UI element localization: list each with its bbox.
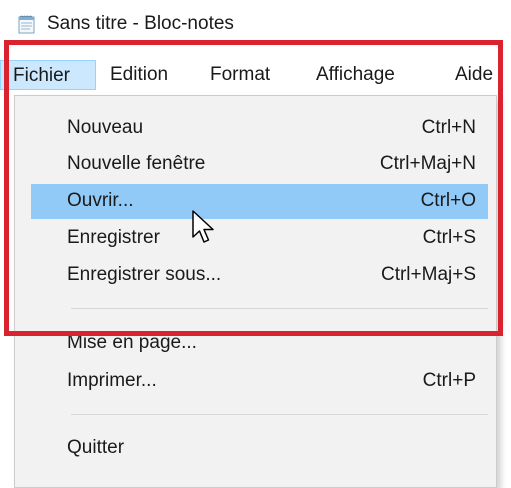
menu-format-label: Format [210,64,271,85]
menu-item-label: Enregistrer sous... [67,264,222,285]
menu-item-shortcut: Ctrl+O [420,190,476,211]
menu-item-label: Quitter [67,437,125,458]
menu-item-label: Mise en page... [67,332,197,353]
menu-item-enregistrer[interactable]: Enregistrer Ctrl+S [31,221,488,256]
menu-affichage-label: Affichage [316,64,395,85]
menu-affichage[interactable]: Affichage [316,60,395,90]
menu-item-label: Nouvelle fenêtre [67,153,206,174]
menu-fichier-label: Fichier [13,65,71,86]
menu-item-imprimer[interactable]: Imprimer... Ctrl+P [31,364,488,399]
menu-separator [71,308,488,309]
menu-aide-label: Aide [455,64,494,85]
menu-bar: Fichier Edition Format Affichage Aide [0,52,511,96]
menu-item-ouvrir[interactable]: Ouvrir... Ctrl+O [31,184,488,219]
menu-item-enregistrer-sous[interactable]: Enregistrer sous... Ctrl+Maj+S [31,258,488,293]
menu-item-nouvelle-fenetre[interactable]: Nouvelle fenêtre Ctrl+Maj+N [31,147,488,182]
menu-separator [71,414,488,415]
file-menu-dropdown: Nouveau Ctrl+N Nouvelle fenêtre Ctrl+Maj… [14,95,497,488]
menu-item-quitter[interactable]: Quitter [31,431,488,466]
menu-item-label: Imprimer... [67,370,157,391]
menu-item-shortcut: Ctrl+Maj+S [380,264,476,285]
notepad-icon [17,14,37,34]
menu-item-shortcut: Ctrl+N [421,117,476,138]
menu-item-mise-en-page[interactable]: Mise en page... [31,326,488,361]
menu-item-label: Enregistrer [67,227,160,248]
menu-fichier[interactable]: Fichier [0,60,96,90]
menu-item-label: Nouveau [67,117,144,138]
window-title: Sans titre - Bloc-notes [47,13,234,34]
menu-item-shortcut: Ctrl+P [422,370,476,391]
menu-item-shortcut: Ctrl+S [422,227,476,248]
title-bar: Sans titre - Bloc-notes [0,0,511,44]
menu-item-label: Ouvrir... [67,190,134,211]
menu-format[interactable]: Format [210,60,270,90]
menu-aide[interactable]: Aide [455,60,493,90]
menu-item-nouveau[interactable]: Nouveau Ctrl+N [31,111,488,146]
menu-item-shortcut: Ctrl+Maj+N [379,153,476,174]
menu-edition-label: Edition [110,64,169,85]
menu-edition[interactable]: Edition [110,60,168,90]
